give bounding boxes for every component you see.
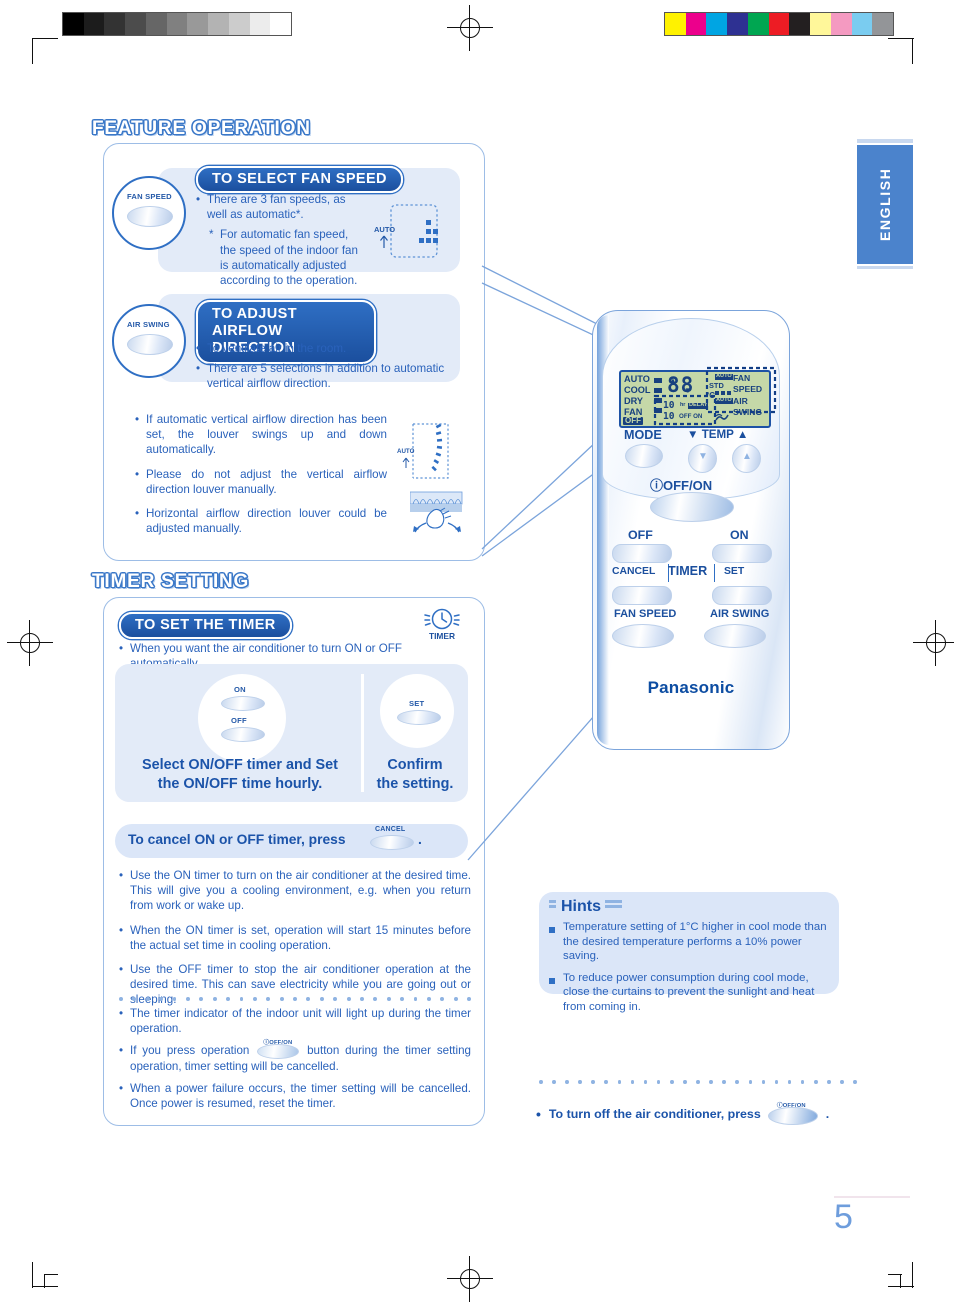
hints-left-bars-icon <box>549 898 557 916</box>
separator-dot <box>630 1080 635 1084</box>
separator-dot <box>800 1080 805 1084</box>
remote-mode-button[interactable] <box>625 444 663 468</box>
remote-cancel-label: CANCEL <box>612 566 656 577</box>
separator-dot <box>696 1080 700 1084</box>
page-number: 5 <box>834 1198 853 1236</box>
remote-air-swing-button[interactable] <box>704 624 766 648</box>
remote-fan-speed-button[interactable] <box>612 624 674 648</box>
separator-dot <box>840 1080 844 1084</box>
separator-dot <box>748 1080 753 1084</box>
remote-brand-logo: Panasonic <box>647 678 735 697</box>
remote-timer-on-button[interactable] <box>712 544 772 563</box>
separator-dot <box>787 1080 792 1084</box>
separator-dot <box>853 1080 857 1084</box>
footer-note-period: . <box>825 1107 830 1121</box>
remote-timer-off-button[interactable] <box>612 544 672 563</box>
hint-bullet-icon <box>549 920 563 964</box>
separator-dot <box>683 1080 687 1084</box>
footer-dotted-separator <box>539 1080 857 1084</box>
remote-set-label: SET <box>724 566 745 577</box>
separator-dot <box>827 1080 831 1084</box>
separator-dot <box>735 1080 739 1084</box>
separator-dot <box>761 1080 766 1084</box>
remote-power-label: ⓘOFF/ON <box>650 478 713 493</box>
separator-dot <box>774 1080 779 1084</box>
remote-temp-down-button[interactable]: ▼ <box>688 444 717 473</box>
remote-cancel-button[interactable] <box>612 586 672 605</box>
hint-item-2: To reduce power consumption during cool … <box>563 971 815 1013</box>
separator-dot <box>565 1080 569 1084</box>
remote-control-illustration: AUTO COOL DRY FAN OFF 88 ▲ ▼ STD °C 10 1… <box>592 310 790 750</box>
footer-power-key-oval[interactable] <box>767 1107 818 1125</box>
hint-bullet-icon <box>549 971 563 1015</box>
hints-right-bars-icon <box>605 898 623 916</box>
footer-power-key-illustration[interactable]: ⓘOFF/ON <box>767 1103 820 1125</box>
remote-lcd-display: AUTO COOL DRY FAN OFF 88 ▲ ▼ STD °C 10 1… <box>619 366 777 428</box>
footer-note: • To turn off the air conditioner, press… <box>536 1103 830 1125</box>
remote-timer-off-label: OFF <box>628 528 653 542</box>
separator-dot <box>643 1080 648 1084</box>
footer-note-text: To turn off the air conditioner, press <box>548 1107 761 1121</box>
separator-dot <box>604 1080 609 1084</box>
remote-fan-speed-label: FAN SPEED <box>614 608 677 620</box>
remote-timer-label: TIMER <box>668 564 708 578</box>
separator-dot <box>591 1080 595 1084</box>
separator-dot <box>552 1080 556 1084</box>
separator-dot <box>709 1080 713 1084</box>
remote-mode-label: MODE <box>624 428 662 442</box>
hint-item-1: Temperature setting of 1°C higher in coo… <box>563 921 827 963</box>
hints-title: Hints <box>561 898 601 915</box>
hints-title-row: Hints <box>549 898 623 916</box>
separator-dot <box>813 1080 818 1084</box>
remote-temp-up-button[interactable]: ▲ <box>732 444 761 473</box>
remote-temp-label: ▼ TEMP ▲ <box>687 428 749 441</box>
timer-bracket-right <box>714 564 716 582</box>
separator-dot <box>617 1080 622 1084</box>
remote-timer-on-label: ON <box>730 528 749 542</box>
separator-dot <box>578 1080 582 1084</box>
hints-list: Temperature setting of 1°C higher in coo… <box>549 920 833 1022</box>
separator-dot <box>722 1080 726 1084</box>
separator-dot <box>669 1080 674 1084</box>
remote-air-swing-label: AIR SWING <box>710 608 770 620</box>
separator-dot <box>656 1080 661 1084</box>
remote-power-button[interactable] <box>650 492 734 522</box>
footer-bullet-icon: • <box>536 1106 541 1122</box>
separator-dot <box>539 1080 543 1084</box>
remote-set-button[interactable] <box>712 586 772 605</box>
